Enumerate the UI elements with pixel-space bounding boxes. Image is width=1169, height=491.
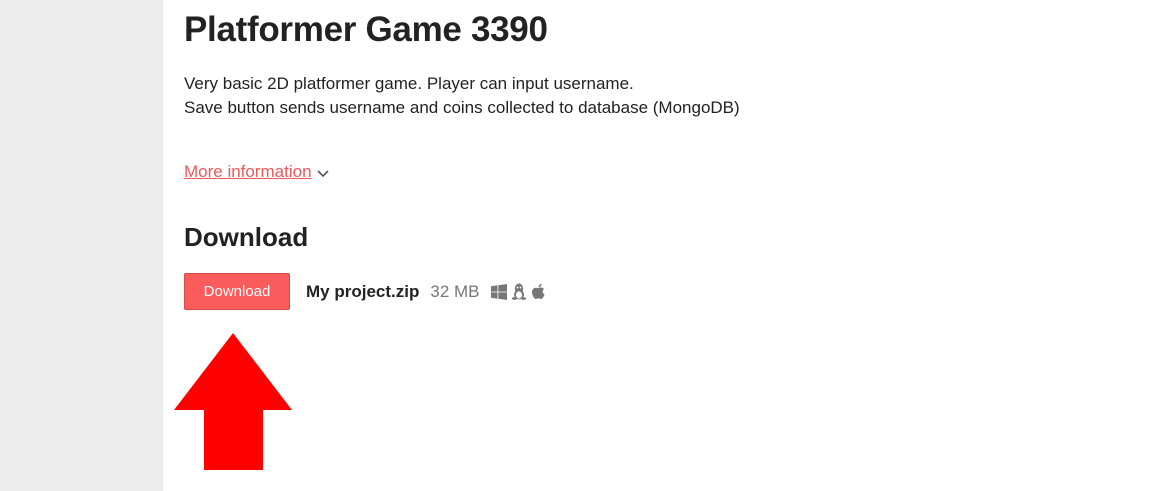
game-title: Platformer Game 3390 xyxy=(184,10,548,49)
linux-icon xyxy=(511,283,526,300)
download-button[interactable]: Download xyxy=(184,273,290,310)
left-gutter xyxy=(0,0,163,491)
platform-icons xyxy=(490,283,546,300)
file-size: 32 MB xyxy=(430,281,480,301)
file-name: My project.zip xyxy=(306,281,420,301)
windows-icon xyxy=(490,283,507,300)
more-information-label: More information xyxy=(184,162,312,181)
page: Platformer Game 3390 Very basic 2D platf… xyxy=(0,0,1169,491)
red-up-arrow xyxy=(174,333,292,470)
download-row: Download My project.zip 32 MB xyxy=(184,273,546,310)
download-heading: Download xyxy=(184,222,309,252)
more-information-toggle[interactable]: More information xyxy=(184,162,330,182)
description-line: Save button sends username and coins col… xyxy=(184,98,740,117)
chevron-down-icon xyxy=(316,169,329,177)
apple-icon xyxy=(531,283,545,299)
description-line: Very basic 2D platformer game. Player ca… xyxy=(184,74,634,93)
game-description: Very basic 2D platformer game. Player ca… xyxy=(184,72,740,120)
